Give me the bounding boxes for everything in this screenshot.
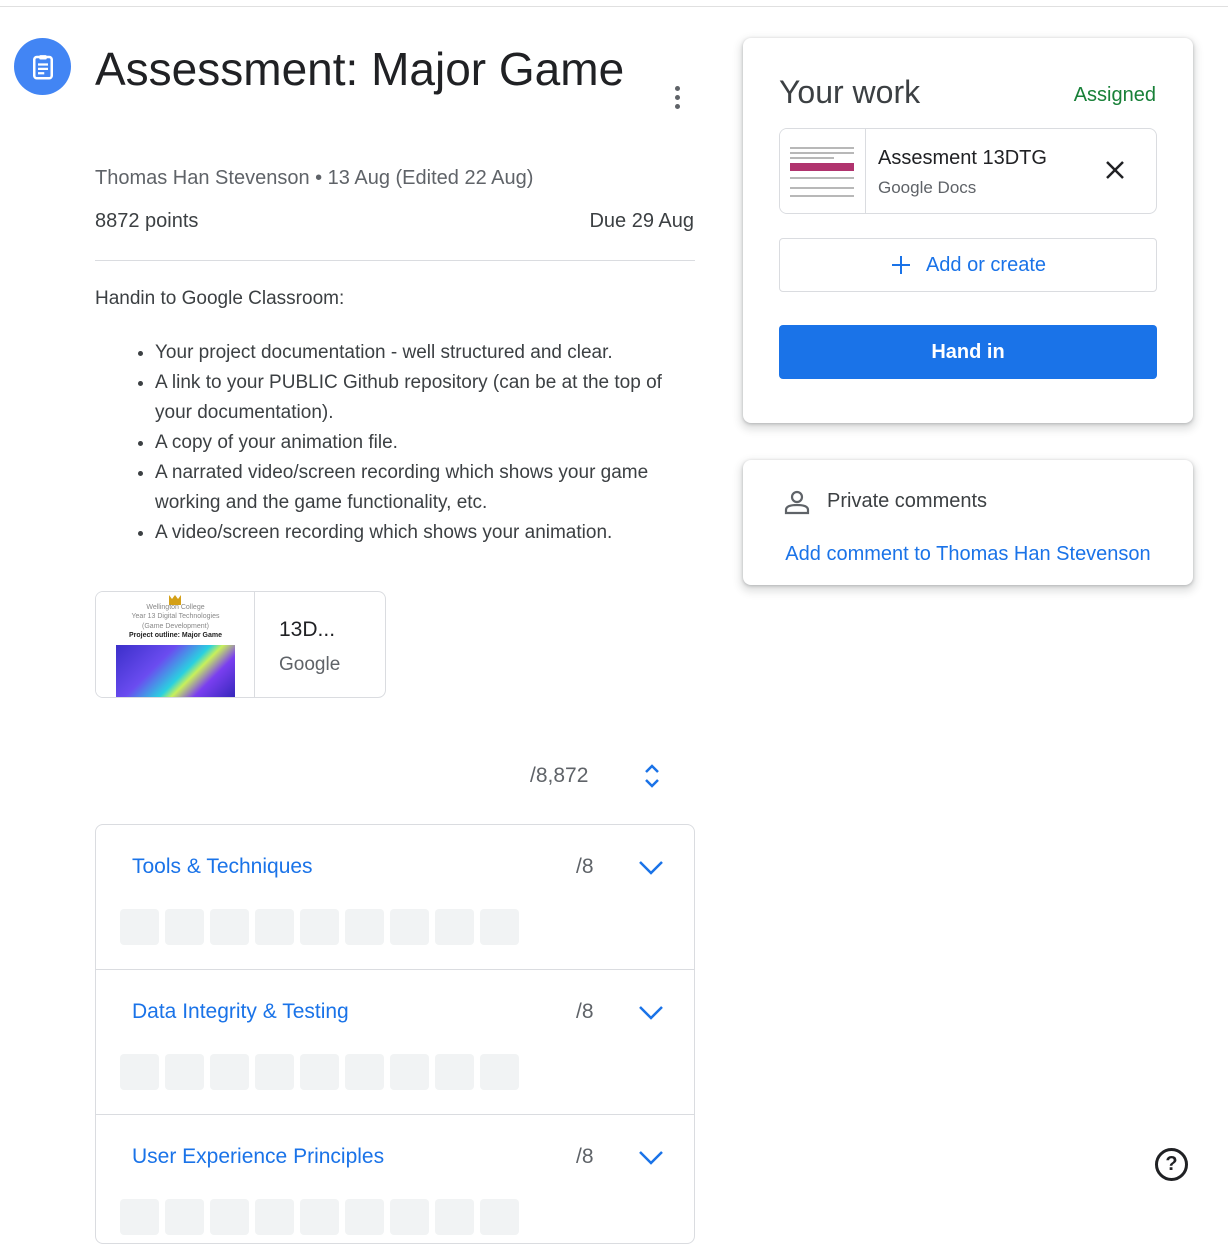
private-comments-card: Private comments Add comment to Thomas H… <box>743 460 1193 585</box>
level-placeholder <box>480 1199 519 1235</box>
level-placeholder <box>300 1054 339 1090</box>
rubric: Tools & Techniques /8 Data Integrity & T… <box>95 824 695 1244</box>
level-placeholder <box>255 909 294 945</box>
attachment-info: 13D... Google <box>255 592 340 697</box>
thumb-line: Wellington College <box>146 604 205 611</box>
more-vert-dot <box>674 94 680 100</box>
level-placeholder <box>345 1054 384 1090</box>
level-placeholder <box>390 1199 429 1235</box>
attachment-type: Google <box>279 654 341 675</box>
add-or-create-button[interactable]: Add or create <box>779 238 1157 292</box>
rubric-criterion[interactable]: User Experience Principles /8 <box>96 1115 694 1243</box>
assignment-icon <box>14 38 71 95</box>
unfold-icon[interactable] <box>640 762 664 790</box>
plus-icon <box>891 256 910 274</box>
level-placeholder <box>480 909 519 945</box>
add-or-create-label: Add or create <box>925 253 1047 276</box>
level-placeholder <box>165 1199 204 1235</box>
criterion-score: /8 <box>576 1145 594 1168</box>
level-placeholder <box>165 909 204 945</box>
thumb-line: (Game Development) <box>142 623 209 630</box>
level-placeholder <box>345 909 384 945</box>
more-vert-icon <box>674 85 680 91</box>
level-placeholder <box>120 1054 159 1090</box>
submitted-doc-card[interactable]: Assesment 13DTG Google Docs <box>779 128 1157 214</box>
chevron-down-icon[interactable] <box>637 1000 665 1024</box>
rubric-criterion[interactable]: Tools & Techniques /8 <box>96 825 694 970</box>
status-badge: Assigned <box>1073 84 1156 106</box>
criterion-title: Tools & Techniques <box>132 855 313 878</box>
help-icon[interactable]: ? <box>1155 1148 1188 1181</box>
instruction-item: Your project documentation - well struct… <box>155 338 695 368</box>
level-placeholder <box>390 909 429 945</box>
attachment-cover-image <box>116 645 235 697</box>
attachment-title: 13D... <box>279 618 336 641</box>
level-placeholder <box>120 909 159 945</box>
level-placeholder <box>210 1054 249 1090</box>
level-placeholder <box>300 909 339 945</box>
thumb-line: Project outline: Major Game <box>129 632 222 639</box>
criterion-title: User Experience Principles <box>132 1145 385 1168</box>
level-placeholder <box>435 1199 474 1235</box>
chevron-down-icon[interactable] <box>637 1145 665 1169</box>
thumb-text-line <box>790 147 854 149</box>
add-comment-link[interactable]: Add comment to Thomas Han Stevenson <box>743 536 1193 572</box>
level-placeholder <box>300 1199 339 1235</box>
level-placeholder <box>480 1054 519 1090</box>
criterion-levels <box>120 909 519 945</box>
level-placeholder <box>165 1054 204 1090</box>
level-placeholder <box>390 1054 429 1090</box>
level-placeholder <box>120 1199 159 1235</box>
hand-in-button[interactable]: Hand in <box>779 325 1157 379</box>
instructions-intro: Handin to Google Classroom: <box>95 288 345 309</box>
header-divider <box>95 260 695 261</box>
more-options-button[interactable] <box>660 80 694 114</box>
instruction-item: A video/screen recording which shows you… <box>155 518 695 548</box>
close-icon[interactable] <box>1102 157 1128 183</box>
top-divider <box>0 6 1228 7</box>
your-work-title: Your work <box>779 74 921 110</box>
criterion-levels <box>120 1199 519 1235</box>
due-date: Due 29 Aug <box>589 210 694 232</box>
instruction-item: A narrated video/screen recording which … <box>155 458 695 518</box>
criterion-score: /8 <box>576 1000 594 1023</box>
rubric-criterion[interactable]: Data Integrity & Testing /8 <box>96 970 694 1115</box>
instructions-list: Your project documentation - well struct… <box>95 338 695 548</box>
attachment-card[interactable]: Wellington College Year 13 Digital Techn… <box>95 591 386 698</box>
instruction-item: A copy of your animation file. <box>155 428 695 458</box>
thumb-text-line <box>790 187 854 189</box>
attachment-thumbnail: Wellington College Year 13 Digital Techn… <box>96 592 255 697</box>
criterion-title: Data Integrity & Testing <box>132 1000 349 1023</box>
level-placeholder <box>345 1199 384 1235</box>
level-placeholder <box>255 1054 294 1090</box>
assignment-meta: Thomas Han Stevenson • 13 Aug (Edited 22… <box>95 167 534 189</box>
assignment-points: 8872 points <box>95 210 199 232</box>
instruction-item: A link to your PUBLIC Github repository … <box>155 368 695 428</box>
thumb-line: Year 13 Digital Technologies <box>131 613 220 620</box>
page-title: Assessment: Major Game <box>95 43 625 95</box>
doc-thumbnail <box>780 129 866 213</box>
thumb-text-line <box>790 195 854 197</box>
criterion-score: /8 <box>576 855 594 878</box>
your-work-card: Your work Assigned Assesment 13DTG Googl… <box>743 38 1193 423</box>
private-comments-title: Private comments <box>827 490 988 512</box>
thumb-text-line <box>790 157 834 159</box>
person-icon <box>784 490 810 515</box>
level-placeholder <box>210 909 249 945</box>
level-placeholder <box>210 1199 249 1235</box>
level-placeholder <box>435 1054 474 1090</box>
chevron-down-icon[interactable] <box>637 855 665 879</box>
level-placeholder <box>255 1199 294 1235</box>
grade-total: /8,872 <box>530 764 589 787</box>
thumb-table-header <box>790 163 854 171</box>
level-placeholder <box>435 909 474 945</box>
criterion-levels <box>120 1054 519 1090</box>
clipboard-icon <box>32 54 53 79</box>
thumb-text-line <box>790 177 854 179</box>
instructions: Handin to Google Classroom: Your project… <box>95 288 695 548</box>
more-vert-dot <box>674 103 680 109</box>
thumb-text-line <box>790 152 854 154</box>
